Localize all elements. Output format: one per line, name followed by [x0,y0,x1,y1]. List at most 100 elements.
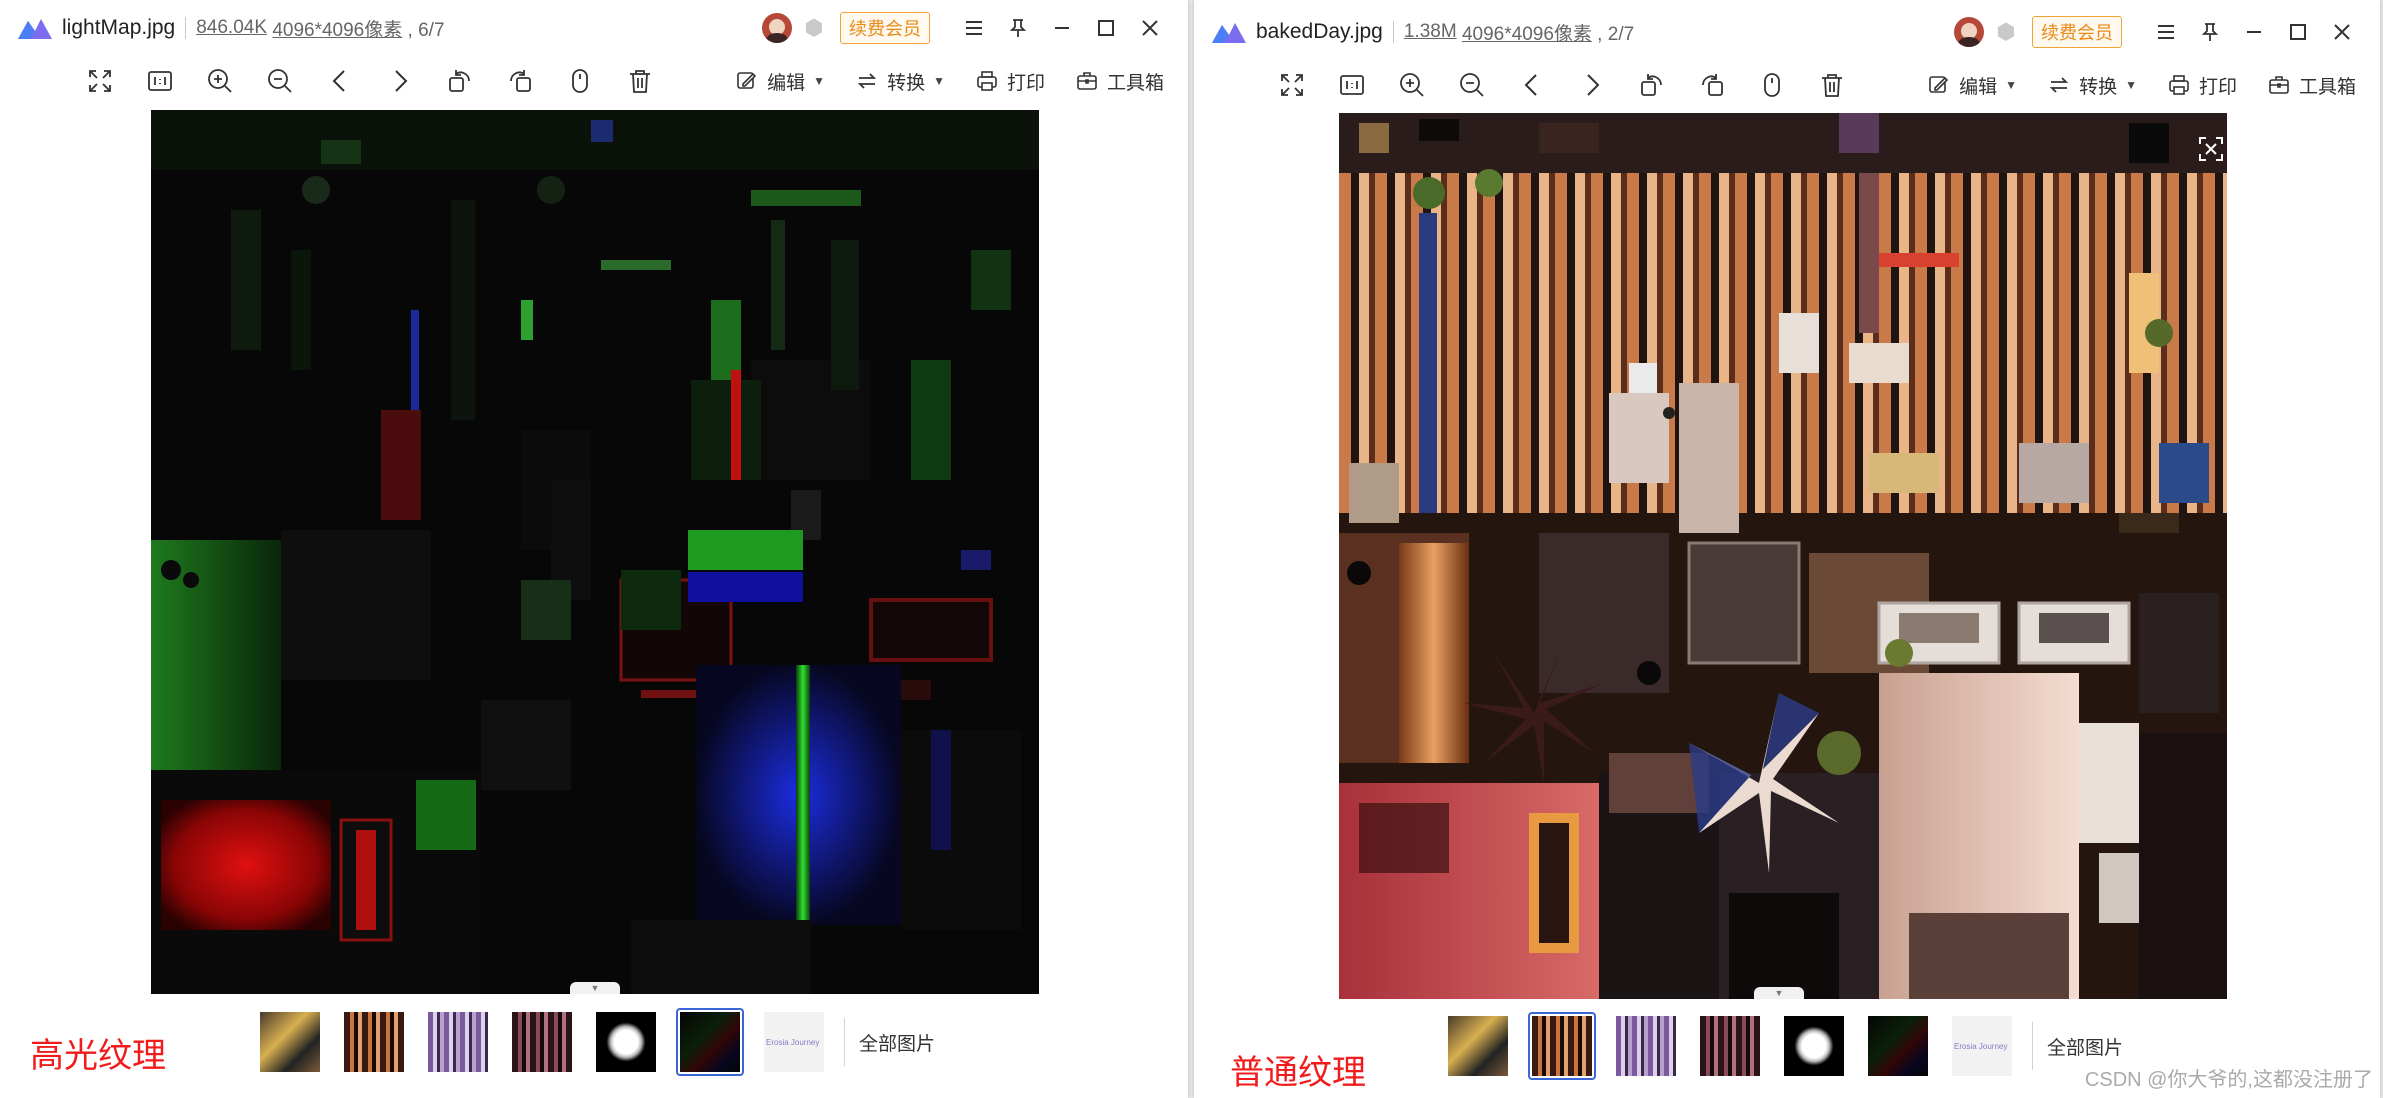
print-icon [2169,75,2189,95]
lightmap-image[interactable] [151,110,1039,994]
actual-size-icon[interactable] [1334,67,1370,103]
next-icon[interactable] [1574,67,1610,103]
csdn-watermark: CSDN @你大爷的,这都没注册了 [2084,1069,2373,1091]
thumbnail-3[interactable] [1612,1012,1680,1080]
previous-icon[interactable] [1514,67,1550,103]
maximize-icon[interactable] [1088,10,1124,46]
mouse-icon[interactable] [562,63,598,99]
collapse-thumbnails-tab[interactable]: ▼ [570,982,620,994]
file-name: bakedDay.jpg [1256,20,1383,43]
all-images-button[interactable]: 全部图片 [859,1029,935,1056]
dimensions-value[interactable]: 4096*4096像素 [1462,24,1592,45]
pin-icon[interactable] [2192,14,2228,50]
user-avatar[interactable] [1954,17,1984,47]
rotate-left-icon[interactable] [442,63,478,99]
toolbox-button[interactable]: 工具箱 [1075,68,1164,95]
pin-icon[interactable] [1000,10,1036,46]
rotate-right-icon[interactable] [502,63,538,99]
maximize-icon[interactable] [2280,14,2316,50]
all-images-button[interactable]: 全部图片 [2047,1033,2123,1060]
image-toolbar: 编辑 ▼ 转换 ▼ 打印 工具箱 [0,58,1188,104]
menu-icon[interactable] [2148,14,2184,50]
thumbnail-5[interactable] [1780,1012,1848,1080]
actual-size-icon[interactable] [142,63,178,99]
caret-down-icon: ▼ [933,74,945,88]
edit-menu[interactable]: 编辑 ▼ [735,68,825,95]
convert-menu[interactable]: 转换 ▼ [2047,72,2137,99]
renew-vip-button[interactable]: 续费会员 [2032,16,2122,48]
fullscreen-icon[interactable] [82,63,118,99]
zoom-in-icon[interactable] [1394,67,1430,103]
thumbnail-6-selected[interactable] [676,1008,744,1076]
file-name: lightMap.jpg [62,16,176,39]
toolbox-button[interactable]: 工具箱 [2267,72,2356,99]
edit-menu[interactable]: 编辑 ▼ [1927,72,2017,99]
print-button[interactable]: 打印 [975,68,1045,95]
thumbnail-4[interactable] [1696,1012,1764,1080]
thumbnail-2[interactable] [340,1008,408,1076]
thumbnail-7[interactable]: Erosia Journey [1948,1012,2016,1080]
zoom-out-icon[interactable] [262,63,298,99]
minimize-icon[interactable] [1044,10,1080,46]
fullscreen-icon[interactable] [1274,67,1310,103]
close-icon[interactable] [1132,10,1168,46]
convert-menu[interactable]: 转换 ▼ [855,68,945,95]
convert-label: 转换 [887,72,926,94]
thumbnail-7[interactable]: Erosia Journey [760,1008,828,1076]
image-dimensions[interactable]: 4096*4096像素 , 6/7 [267,15,444,42]
user-avatar[interactable] [762,13,792,43]
convert-icon [857,73,877,89]
caret-down-icon: ▼ [813,74,826,88]
next-icon[interactable] [382,63,418,99]
hexagon-badge-icon[interactable]: ⬢ [802,16,826,40]
thumbnail-1[interactable] [256,1008,324,1076]
file-size-link[interactable]: 846.04K [196,17,267,39]
renew-vip-button[interactable]: 续费会员 [840,12,930,44]
dimensions-value[interactable]: 4096*4096像素 [272,20,402,41]
mouse-icon[interactable] [1754,67,1790,103]
image-index: 6/7 [418,19,445,41]
zoom-out-icon[interactable] [1454,67,1490,103]
convert-label: 转换 [2079,76,2118,98]
delete-icon[interactable] [1814,67,1850,103]
hexagon-badge-icon[interactable]: ⬢ [1994,20,2018,44]
thumbnail-divider [844,1018,845,1066]
rotate-right-icon[interactable] [1694,67,1730,103]
left-image-viewer-window: lightMap.jpg 846.04K 4096*4096像素 , 6/7 ⬢… [0,0,1188,1098]
thumbnail-2-selected[interactable] [1528,1012,1596,1080]
print-button[interactable]: 打印 [2167,72,2237,99]
app-logo-icon [18,19,52,39]
rotate-left-icon[interactable] [1634,67,1670,103]
caret-down-icon: ▼ [2005,78,2018,92]
zoom-in-icon[interactable] [202,63,238,99]
thumbnail-3[interactable] [424,1008,492,1076]
toolbox-label: 工具箱 [2298,76,2356,98]
menu-icon[interactable] [956,10,992,46]
thumbnail-6[interactable] [1864,1012,1932,1080]
file-size-link[interactable]: 1.38M [1404,21,1457,43]
thumbnail-divider [2032,1022,2033,1070]
collapse-thumbnails-tab[interactable]: ▼ [1754,987,1804,999]
image-index: 2/7 [1607,23,1635,45]
right-image-viewer-window: bakedDay.jpg 1.38M 4096*4096像素 , 2/7 ⬢ 续… [1194,0,2380,1098]
baked-day-image[interactable] [1339,113,2227,999]
print-label: 打印 [1006,72,1045,94]
scan-icon[interactable] [2197,135,2225,163]
thumbnail-strip: Erosia Journey 全部图片 [1444,1012,2123,1080]
caption-highlight-texture: 高光纹理 [30,1037,166,1075]
thumbnail-brand-text: Erosia Journey [766,1038,820,1047]
image-dimensions[interactable]: 4096*4096像素 , 2/7 [1457,19,1634,46]
delete-icon[interactable] [622,63,658,99]
thumbnail-1[interactable] [1444,1012,1512,1080]
image-toolbar: 编辑 ▼ 转换 ▼ 打印 工具箱 [1194,62,2380,108]
previous-icon[interactable] [322,63,358,99]
minimize-icon[interactable] [2236,14,2272,50]
thumbnail-4[interactable] [508,1008,576,1076]
toolbox-icon [2269,76,2289,94]
toolbox-label: 工具箱 [1106,72,1164,94]
app-logo-icon [1212,23,1246,43]
title-separator [1392,21,1394,43]
print-label: 打印 [2198,76,2237,98]
close-icon[interactable] [2324,14,2360,50]
thumbnail-5[interactable] [592,1008,660,1076]
